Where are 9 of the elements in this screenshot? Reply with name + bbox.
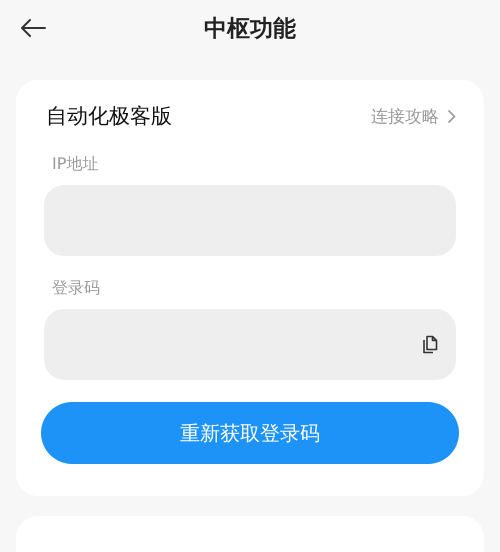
refresh-button[interactable]: 重新获取登录码 [41, 402, 459, 464]
guide-link[interactable]: 连接攻略 [371, 104, 456, 128]
copy-icon[interactable] [422, 335, 438, 354]
page-title: 中枢功能 [203, 14, 297, 44]
input-field[interactable] [44, 309, 456, 380]
field-label: IP地址 [52, 154, 100, 175]
chevron-icon [447, 108, 456, 124]
field-label: 登录码 [52, 278, 101, 299]
card-title: 自动化极客版 [46, 103, 172, 130]
